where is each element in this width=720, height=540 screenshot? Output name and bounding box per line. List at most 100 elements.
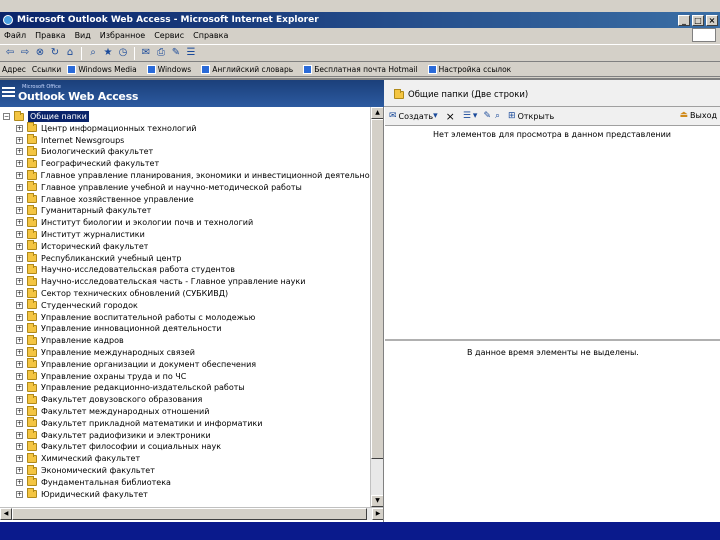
tree-folder-item[interactable]: + Факультет довузовского образования [0, 393, 370, 405]
tree-folder-item[interactable]: + Управление кадров [0, 334, 370, 346]
expand-icon[interactable]: + [16, 290, 23, 297]
scroll-left-button[interactable]: ◀ [0, 508, 12, 520]
expand-icon[interactable]: + [16, 301, 23, 309]
expand-icon[interactable]: + [16, 219, 23, 227]
move-icon[interactable]: ☰ [463, 111, 471, 121]
tree-folder-item[interactable]: + Факультет прикладной математики и инфор… [0, 417, 370, 429]
forward-icon[interactable]: ⇨ [19, 47, 31, 59]
delete-button[interactable]: × [446, 110, 455, 123]
exit-button[interactable]: ⏏ Выход [680, 110, 717, 120]
chevron-down-icon[interactable]: ▾ [473, 111, 478, 121]
tree-root-folder[interactable]: − Общие папки [0, 110, 370, 122]
tree-folder-item[interactable]: + Гуманитарный факультет [0, 204, 370, 216]
expand-icon[interactable]: + [16, 231, 23, 238]
link-windows-media[interactable]: Windows Media [67, 64, 137, 74]
tree-folder-item[interactable]: + Управление организации и документ обесп… [0, 358, 370, 370]
tree-folder-item[interactable]: + Управление международных связей [0, 346, 370, 358]
tree-folder-item[interactable]: + Факультет философии и социальных наук [0, 440, 370, 452]
expand-icon[interactable]: + [16, 160, 23, 168]
tree-folder-item[interactable]: + Главное хозяйственное управление [0, 193, 370, 205]
tree-folder-item[interactable]: + Институт биологии и экологии почв и тех… [0, 216, 370, 228]
tree-folder-item[interactable]: + Научно-исследовательская работа студент… [0, 263, 370, 275]
menu-help[interactable]: Справка [193, 31, 228, 40]
expand-icon[interactable]: + [16, 124, 23, 132]
menu-edit[interactable]: Правка [35, 31, 65, 40]
expand-icon[interactable]: + [16, 408, 23, 415]
expand-icon[interactable]: + [16, 136, 23, 144]
expand-icon[interactable]: + [16, 384, 23, 392]
tree-folder-item[interactable]: + Научно-исследовательская часть - Главно… [0, 275, 370, 287]
expand-icon[interactable]: + [16, 443, 23, 451]
tree-folder-item[interactable]: + Юридический факультет [0, 488, 370, 500]
expand-icon[interactable]: + [16, 478, 23, 486]
link-windows[interactable]: Windows [146, 64, 191, 74]
message-list[interactable]: Нет элементов для просмотра в данном пре… [385, 126, 720, 341]
expand-icon[interactable]: + [16, 325, 23, 333]
expand-icon[interactable]: + [16, 419, 23, 427]
tree-folder-item[interactable]: + Химический факультет [0, 452, 370, 464]
tree-folder-item[interactable]: + Факультет международных отношений [0, 405, 370, 417]
menu-view[interactable]: Вид [75, 31, 91, 40]
expand-icon[interactable]: + [16, 266, 23, 274]
tree-folder-item[interactable]: + Факультет радиофизики и электроники [0, 429, 370, 441]
mail-icon[interactable]: ✉ [140, 47, 152, 59]
tree-folder-item[interactable]: + Управление инновационной деятельности [0, 322, 370, 334]
expand-icon[interactable]: + [16, 278, 23, 286]
tree-folder-item[interactable]: + Главное управление учебной и научно-мет… [0, 181, 370, 193]
print-icon[interactable]: ⎙ [155, 47, 167, 59]
history-icon[interactable]: ◷ [117, 47, 129, 59]
expand-icon[interactable]: + [16, 360, 23, 368]
scroll-right-button[interactable]: ▶ [372, 508, 383, 520]
collapse-icon[interactable]: − [3, 113, 10, 120]
tree-folder-item[interactable]: + Институт журналистики [0, 228, 370, 240]
expand-icon[interactable]: + [16, 313, 23, 321]
tree-folder-item[interactable]: + Географический факультет [0, 157, 370, 169]
expand-icon[interactable]: + [16, 172, 23, 179]
refresh-icon[interactable]: ↻ [49, 47, 61, 59]
tree-folder-item[interactable]: + Управление воспитательной работы с моло… [0, 311, 370, 323]
expand-icon[interactable]: + [16, 207, 23, 215]
expand-icon[interactable]: + [16, 183, 23, 191]
home-icon[interactable]: ⌂ [64, 47, 76, 59]
expand-icon[interactable]: + [16, 372, 23, 380]
favorites-icon[interactable]: ★ [102, 47, 114, 59]
tree-folder-item[interactable]: + Фундаментальная библиотека [0, 476, 370, 488]
scroll-down-button[interactable]: ▼ [371, 495, 383, 507]
menu-file[interactable]: Файл [4, 31, 26, 40]
minimize-button[interactable]: _ [678, 14, 690, 26]
expand-icon[interactable]: + [16, 148, 23, 156]
open-button[interactable]: ⊞ Открыть [508, 111, 554, 121]
link-customize[interactable]: Настройка ссылок [427, 64, 511, 74]
hscroll-thumb[interactable] [12, 508, 367, 520]
stop-icon[interactable]: ⊗ [34, 47, 46, 59]
expand-icon[interactable]: + [16, 396, 23, 404]
link-dictionary[interactable]: Английский словарь [201, 64, 293, 74]
search-icon[interactable]: ⌕ [87, 47, 99, 59]
expand-icon[interactable]: + [16, 254, 23, 262]
folder-title-text[interactable]: Общие папки (Две строки) [408, 90, 528, 100]
tree-folder-item[interactable]: + Центр информационных технологий [0, 122, 370, 134]
discuss-icon[interactable]: ☰ [185, 47, 197, 59]
scroll-thumb[interactable] [371, 119, 383, 459]
tree-folder-item[interactable]: + Главное управление планирования, эконом… [0, 169, 370, 181]
post-icon[interactable]: ✎ [483, 111, 491, 121]
menu-tools[interactable]: Сервис [154, 31, 184, 40]
tree-folder-item[interactable]: + Internet Newsgroups [0, 134, 370, 146]
horizontal-scrollbar[interactable]: ◀ ▶ [0, 507, 383, 520]
expand-icon[interactable]: + [16, 490, 23, 498]
close-button[interactable]: × [706, 14, 718, 26]
create-button[interactable]: ✉ Создать ▾ [389, 111, 440, 121]
tree-folder-item[interactable]: + Управление редакционно-издательской раб… [0, 381, 370, 393]
expand-icon[interactable]: + [16, 455, 23, 463]
tree-folder-item[interactable]: + Сектор технических обновлений (СУБКИВД) [0, 287, 370, 299]
tree-folder-item[interactable]: + Исторический факультет [0, 240, 370, 252]
expand-icon[interactable]: + [16, 467, 23, 474]
menu-favorites[interactable]: Избранное [100, 31, 145, 40]
scroll-up-button[interactable]: ▲ [371, 107, 383, 119]
expand-icon[interactable]: + [16, 337, 23, 345]
link-hotmail[interactable]: Бесплатная почта Hotmail [303, 64, 418, 74]
tree-folder-item[interactable]: + Управление охраны труда и по ЧС [0, 370, 370, 382]
tree-folder-item[interactable]: + Экономический факультет [0, 464, 370, 476]
tree-folder-item[interactable]: + Республиканский учебный центр [0, 252, 370, 264]
edit-icon[interactable]: ✎ [170, 47, 182, 59]
